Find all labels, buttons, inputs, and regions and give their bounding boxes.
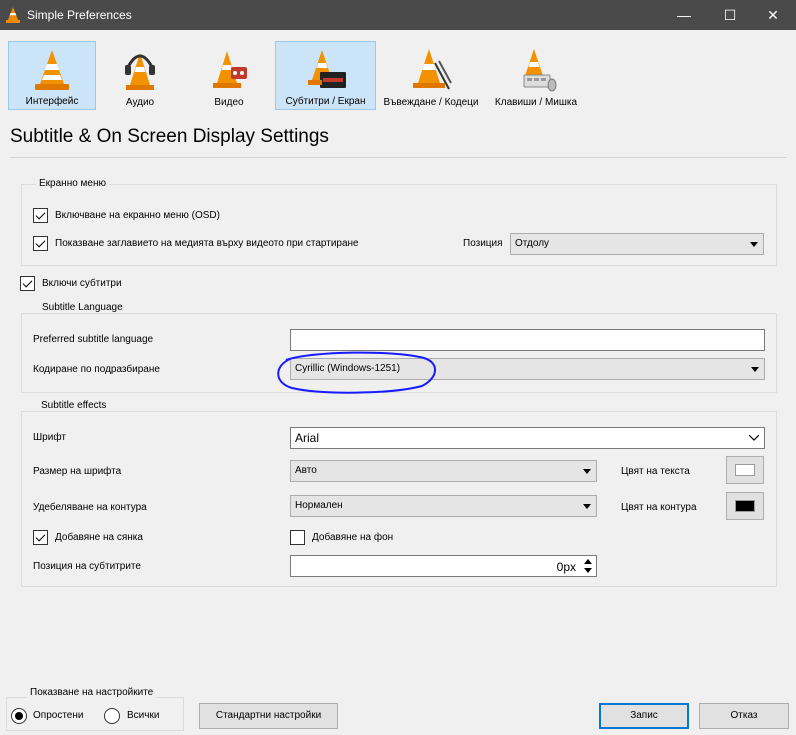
- osd-position-label: Позиция: [463, 238, 503, 249]
- chevron-down-icon: [749, 435, 759, 441]
- outline-color-label: Цвят на контура: [621, 502, 697, 513]
- page-title: Subtitle & On Screen Display Settings: [10, 126, 329, 147]
- osd-position-value: Отдолу: [515, 238, 550, 249]
- tab-video[interactable]: Видео: [184, 41, 274, 110]
- chevron-down-icon: [750, 242, 758, 247]
- subtitle-position-label: Позиция на субтитрите: [33, 561, 141, 572]
- tab-label: Въвеждане / Кодеци: [383, 97, 479, 108]
- subtitles-cone-icon: [307, 50, 346, 88]
- tab-interface[interactable]: Интерфейс: [8, 41, 96, 110]
- outline-color-button[interactable]: [726, 492, 764, 520]
- video-cone-icon: [213, 51, 247, 88]
- text-color-swatch: [735, 464, 755, 476]
- save-button[interactable]: Запис: [599, 703, 689, 729]
- minimize-button[interactable]: —: [661, 0, 707, 30]
- hotkeys-cone-icon: [523, 49, 557, 92]
- add-background-checkbox[interactable]: [290, 530, 305, 545]
- title-divider: [10, 157, 787, 158]
- show-title-checkbox[interactable]: [33, 236, 48, 251]
- osd-group-legend: Екранно меню: [36, 178, 110, 189]
- outline-thickness-value: Нормален: [295, 500, 343, 511]
- outline-thickness-label: Удебеляване на контура: [33, 502, 147, 513]
- all-radio-label: Всички: [127, 710, 160, 721]
- font-size-value: Авто: [295, 465, 317, 476]
- enable-subtitles-label: Включи субтитри: [42, 278, 122, 289]
- subtitle-effects-legend: Subtitle effects: [38, 400, 110, 411]
- outline-thickness-select[interactable]: Нормален: [290, 495, 597, 517]
- tab-label: Видео: [214, 97, 244, 108]
- vlc-cone-icon: [6, 7, 20, 23]
- headphones-cone-icon: [125, 53, 155, 90]
- reset-preferences-button[interactable]: Стандартни настройки: [199, 703, 338, 729]
- tab-input-codecs[interactable]: Въвеждане / Кодеци: [378, 41, 484, 110]
- title-bar: Simple Preferences — ☐ ✕: [0, 0, 796, 30]
- chevron-down-icon: [583, 469, 591, 474]
- tab-audio[interactable]: Аудио: [100, 41, 180, 110]
- maximize-button[interactable]: ☐: [707, 0, 753, 30]
- add-shadow-checkbox[interactable]: [33, 530, 48, 545]
- show-settings-legend: Показване на настройките: [27, 687, 157, 698]
- close-button[interactable]: ✕: [750, 0, 796, 30]
- enable-osd-label: Включване на екранно меню (OSD): [55, 210, 220, 221]
- simple-radio-label: Опростени: [33, 710, 84, 721]
- default-encoding-label: Кодиране по подразбиране: [33, 364, 160, 375]
- enable-subtitles-checkbox[interactable]: [20, 276, 35, 291]
- tab-hotkeys[interactable]: Клавиши / Мишка: [490, 41, 582, 110]
- font-size-label: Размер на шрифта: [33, 466, 122, 477]
- simple-radio[interactable]: [11, 708, 27, 724]
- osd-position-select[interactable]: Отдолу: [510, 233, 764, 255]
- input-codecs-cone-icon: [413, 49, 452, 90]
- subtitle-language-legend: Subtitle Language: [39, 302, 126, 313]
- hand-drawn-annotation-circle: [277, 351, 436, 394]
- spin-up-arrow-icon[interactable]: [581, 557, 595, 566]
- preferred-language-label: Preferred subtitle language: [33, 334, 154, 345]
- add-background-label: Добавяне на фон: [312, 532, 394, 543]
- subtitle-position-value: 0px: [556, 560, 576, 574]
- tab-subtitles[interactable]: Субтитри / Екран: [275, 41, 376, 110]
- cancel-button[interactable]: Отказ: [699, 703, 789, 729]
- enable-osd-checkbox[interactable]: [33, 208, 48, 223]
- add-shadow-label: Добавяне на сянка: [55, 532, 143, 543]
- text-color-button[interactable]: [726, 456, 764, 484]
- font-value: Arial: [295, 431, 320, 445]
- outline-color-swatch: [735, 500, 755, 512]
- subtitle-position-spinbox[interactable]: 0px: [290, 555, 597, 577]
- all-radio[interactable]: [104, 708, 120, 724]
- tab-label: Клавиши / Мишка: [494, 97, 578, 108]
- tab-label: Интерфейс: [25, 96, 79, 107]
- chevron-down-icon: [751, 367, 759, 372]
- interface-cone-icon: [35, 50, 69, 90]
- tab-label: Аудио: [125, 97, 155, 108]
- text-color-label: Цвят на текста: [621, 466, 690, 477]
- chevron-down-icon: [583, 504, 591, 509]
- font-size-select[interactable]: Авто: [290, 460, 597, 482]
- show-title-label: Показване заглавието на медията върху ви…: [55, 238, 359, 249]
- font-select[interactable]: Arial: [290, 427, 765, 449]
- spin-down-arrow-icon[interactable]: [581, 566, 595, 575]
- font-label: Шрифт: [33, 432, 66, 443]
- window-title: Simple Preferences: [27, 8, 132, 22]
- tab-label: Субтитри / Екран: [285, 96, 366, 107]
